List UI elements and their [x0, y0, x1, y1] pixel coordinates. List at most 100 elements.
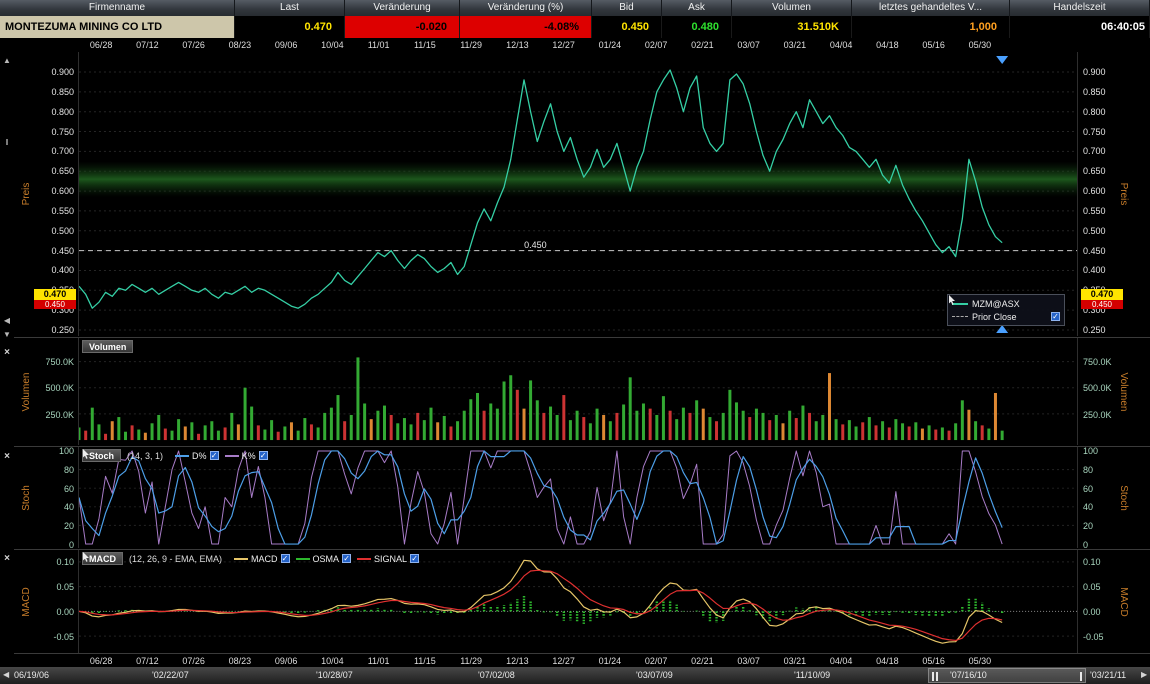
y-tick-label: 60: [1083, 484, 1093, 494]
scroll-up-icon[interactable]: ▲: [0, 56, 14, 65]
y-tick-label: 0.550: [1083, 206, 1106, 216]
column-header[interactable]: letztes gehandeltes V...: [852, 0, 1010, 16]
date-tick-label: 04/18: [870, 40, 904, 50]
y-tick-label: 0.05: [56, 582, 74, 592]
date-tick-label: 11/01: [362, 40, 396, 50]
last-traded-volume-value: 1,000: [852, 16, 1010, 38]
date-tick-label: 07/26: [177, 40, 211, 50]
left-tool-strip: ▲ ‖ ◀ ▼ × × ×: [0, 38, 14, 667]
column-header[interactable]: Firmenname: [0, 0, 235, 16]
company-name[interactable]: MONTEZUMA MINING CO LTD: [0, 16, 235, 38]
macd-chart[interactable]: MACD (12, 26, 9 - EMA, EMA) MACD ✓ OSMA …: [78, 550, 1078, 653]
close-macd-button[interactable]: ×: [0, 553, 14, 564]
scrollbar-date-label: '10/28/07: [316, 670, 353, 680]
date-tick-label: 11/29: [454, 656, 488, 666]
y-tick-label: -0.05: [1083, 632, 1104, 642]
y-tick-label: 0.700: [1083, 146, 1106, 156]
date-tick-label: 02/07: [639, 40, 673, 50]
y-tick-label: 0.400: [1083, 265, 1106, 275]
y-tick-label: 0.250: [51, 325, 74, 335]
date-tick-label: 02/21: [685, 656, 719, 666]
scrollbar-date-label: '03/07/09: [636, 670, 673, 680]
date-tick-label: 09/06: [269, 40, 303, 50]
price-panel: 0.9000.8500.8000.7500.7000.6500.6000.550…: [0, 52, 1150, 336]
column-header[interactable]: Veränderung: [345, 0, 460, 16]
legend-item-symbol[interactable]: MZM@ASX: [952, 297, 1060, 310]
stoch-chart[interactable]: Stoch (14, 3, 1) D% ✓ K% ✓: [78, 447, 1078, 548]
scroll-right-icon[interactable]: ▶: [1141, 670, 1147, 679]
y-tick-label: 80: [64, 465, 74, 475]
price-legend: MZM@ASX Prior Close ✓: [947, 294, 1065, 326]
date-tick-label: 07/12: [130, 40, 164, 50]
date-tick-label: 04/04: [824, 656, 858, 666]
y-tick-label: 0.450: [1083, 246, 1106, 256]
annotation-marker-bottom: [996, 325, 1008, 333]
close-volume-button[interactable]: ×: [0, 347, 14, 358]
ask-value: 0.480: [662, 16, 732, 38]
date-tick-label: 10/04: [315, 40, 349, 50]
y-tick-label: 0.500: [1083, 226, 1106, 236]
volume-y-axis-left: 750.0K500.0K250.0K: [14, 338, 78, 445]
y-tick-label: 0.05: [1083, 582, 1101, 592]
date-tick-label: 02/07: [639, 656, 673, 666]
y-tick-label: 750.0K: [45, 357, 74, 367]
y-tick-label: 60: [64, 484, 74, 494]
thumb-grip-icon: [932, 672, 934, 681]
y-tick-label: 100: [1083, 446, 1098, 456]
date-tick-label: 06/28: [84, 40, 118, 50]
bid-price-axis-marker-left: 0.450: [34, 300, 76, 309]
y-tick-label: 0.650: [51, 166, 74, 176]
y-tick-label: 0.750: [51, 127, 74, 137]
date-tick-label: 12/13: [500, 40, 534, 50]
column-header[interactable]: Ask: [662, 0, 732, 16]
column-header[interactable]: Veränderung (%): [460, 0, 592, 16]
date-tick-label: 03/21: [778, 656, 812, 666]
quote-row[interactable]: MONTEZUMA MINING CO LTD 0.470 -0.020 -4.…: [0, 16, 1150, 38]
column-header[interactable]: Handelszeit: [1010, 0, 1150, 16]
y-tick-label: 40: [1083, 502, 1093, 512]
last-price-axis-marker-left: 0.470: [34, 289, 76, 300]
scrollbar-date-label: '03/21/11: [1090, 670, 1126, 680]
history-scrollbar[interactable]: ◀ ▶ 06/19/06'02/22/07'10/28/07'07/02/08'…: [0, 667, 1150, 684]
date-tick-label: 12/27: [547, 656, 581, 666]
y-tick-label: 250.0K: [45, 410, 74, 420]
y-tick-label: 0.00: [1083, 607, 1101, 617]
collapse-left-icon[interactable]: ◀: [0, 316, 14, 325]
date-tick-label: 10/04: [315, 656, 349, 666]
volume-panel-chip[interactable]: Volumen: [82, 340, 133, 353]
drag-handle-icon[interactable]: ‖: [0, 138, 14, 147]
date-tick-label: 05/16: [917, 40, 951, 50]
date-tick-label: 06/28: [84, 656, 118, 666]
y-tick-label: 0.800: [51, 107, 74, 117]
price-chart[interactable]: 0.450 MZM@ASX Prior Close ✓: [78, 52, 1078, 336]
change-percent-value: -4.08%: [460, 16, 592, 38]
scrollbar-date-label: '07/02/08: [478, 670, 515, 680]
volume-y-axis-right: 750.0K500.0K250.0K: [1079, 338, 1141, 445]
column-header[interactable]: Bid: [592, 0, 662, 16]
date-tick-label: 02/21: [685, 40, 719, 50]
volume-chart[interactable]: Volumen: [78, 338, 1078, 445]
column-header[interactable]: Volumen: [732, 0, 852, 16]
date-tick-label: 05/16: [917, 656, 951, 666]
scrollbar-date-label: '02/22/07: [152, 670, 189, 680]
date-axis-top: 06/2807/1207/2608/2309/0610/0411/0111/15…: [0, 38, 1150, 52]
date-tick-label: 03/21: [778, 40, 812, 50]
volume-value: 31.510K: [732, 16, 852, 38]
y-tick-label: 0.00: [56, 607, 74, 617]
y-tick-label: 0.700: [51, 146, 74, 156]
scroll-left-icon[interactable]: ◀: [3, 670, 9, 679]
date-tick-label: 11/01: [362, 656, 396, 666]
date-tick-label: 05/30: [963, 40, 997, 50]
macd-y-axis-left: 0.100.050.00-0.05: [14, 550, 78, 653]
y-tick-label: 0.900: [51, 67, 74, 77]
close-stoch-button[interactable]: ×: [0, 451, 14, 462]
column-header[interactable]: Last: [235, 0, 345, 16]
bid-price-axis-marker-right: 0.450: [1081, 300, 1123, 309]
scroll-down-icon[interactable]: ▼: [0, 330, 14, 339]
y-tick-label: 100: [59, 446, 74, 456]
bid-value: 0.450: [592, 16, 662, 38]
date-tick-label: 11/15: [408, 40, 442, 50]
date-tick-label: 12/27: [547, 40, 581, 50]
date-axis-bottom: 06/2807/1207/2608/2309/0610/0411/0111/15…: [0, 653, 1150, 667]
date-tick-label: 05/30: [963, 656, 997, 666]
